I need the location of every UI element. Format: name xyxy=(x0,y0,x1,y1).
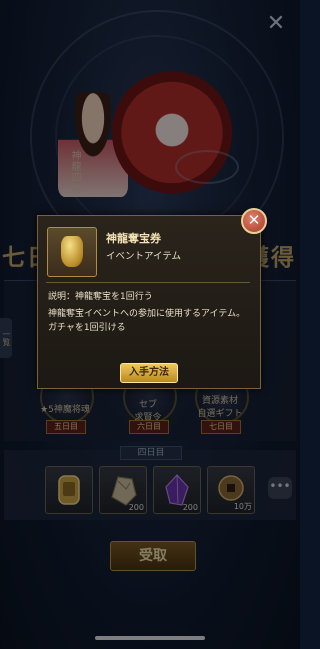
item-name: 神龍奪宝券 xyxy=(106,232,161,245)
popup-close-icon[interactable]: ✕ xyxy=(241,208,267,234)
item-description-short: 説明：神龍奪宝を1回行う xyxy=(48,292,153,302)
item-icon xyxy=(47,227,97,277)
item-type: イベントアイテム xyxy=(106,251,182,262)
popup-divider xyxy=(46,282,250,283)
ticket-icon xyxy=(61,236,83,267)
how-to-get-button[interactable]: 入手方法 xyxy=(120,363,178,383)
item-description-long: 神龍奪宝イベントへの参加に使用するアイテム。ガチャを1回引ける xyxy=(48,309,246,333)
